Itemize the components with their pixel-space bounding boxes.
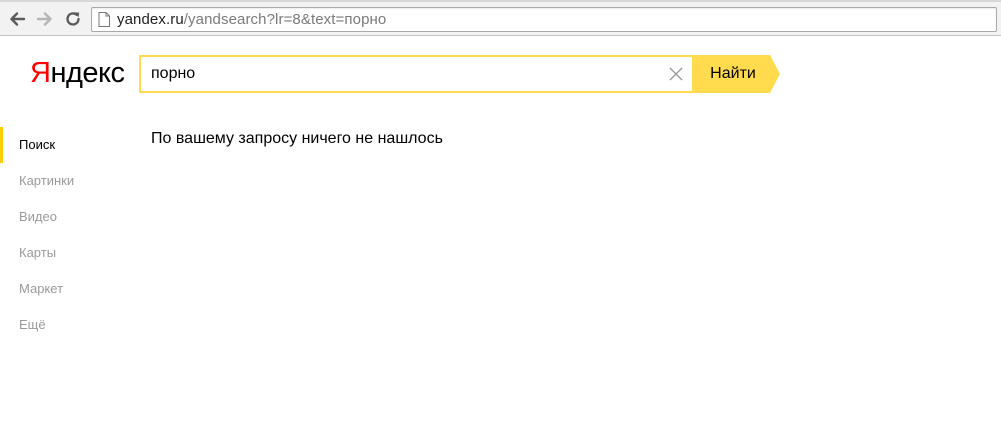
sidebar-item-video[interactable]: Видео	[0, 199, 120, 235]
find-button-label: Найти	[710, 65, 756, 82]
url-host: yandex.ru	[117, 11, 184, 28]
forward-button[interactable]	[34, 8, 56, 30]
forward-arrow-icon	[36, 12, 52, 26]
clear-icon	[669, 67, 683, 81]
address-bar[interactable]: yandex.ru/yandsearch?lr=8&text=порно	[91, 7, 997, 32]
search-services-nav: Поиск Картинки Видео Карты Маркет Ещё	[0, 127, 120, 343]
sidebar-item-maps[interactable]: Карты	[0, 235, 120, 271]
find-button[interactable]: Найти	[694, 55, 780, 93]
logo-rest: ндекс	[50, 57, 125, 89]
yandex-logo[interactable]: Яндекс	[30, 57, 125, 89]
sidebar-item-search[interactable]: Поиск	[0, 127, 120, 163]
sidebar-item-more[interactable]: Ещё	[0, 307, 120, 343]
logo-first-letter: Я	[30, 57, 51, 89]
browser-toolbar: yandex.ru/yandsearch?lr=8&text=порно	[0, 2, 1001, 36]
clear-search-button[interactable]	[667, 65, 685, 83]
url-text: yandex.ru/yandsearch?lr=8&text=порно	[117, 11, 386, 29]
page-icon	[98, 12, 110, 27]
sidebar-item-images[interactable]: Картинки	[0, 163, 120, 199]
search-input[interactable]	[151, 63, 651, 85]
sidebar-item-market[interactable]: Маркет	[0, 271, 120, 307]
reload-button[interactable]	[62, 8, 84, 30]
reload-icon	[66, 12, 80, 26]
search-box	[139, 55, 694, 93]
back-button[interactable]	[6, 8, 28, 30]
url-path: /yandsearch?lr=8&text=порно	[183, 11, 387, 28]
back-arrow-icon	[10, 12, 26, 26]
no-results-message: По вашему запросу ничего не нашлось	[151, 130, 443, 147]
